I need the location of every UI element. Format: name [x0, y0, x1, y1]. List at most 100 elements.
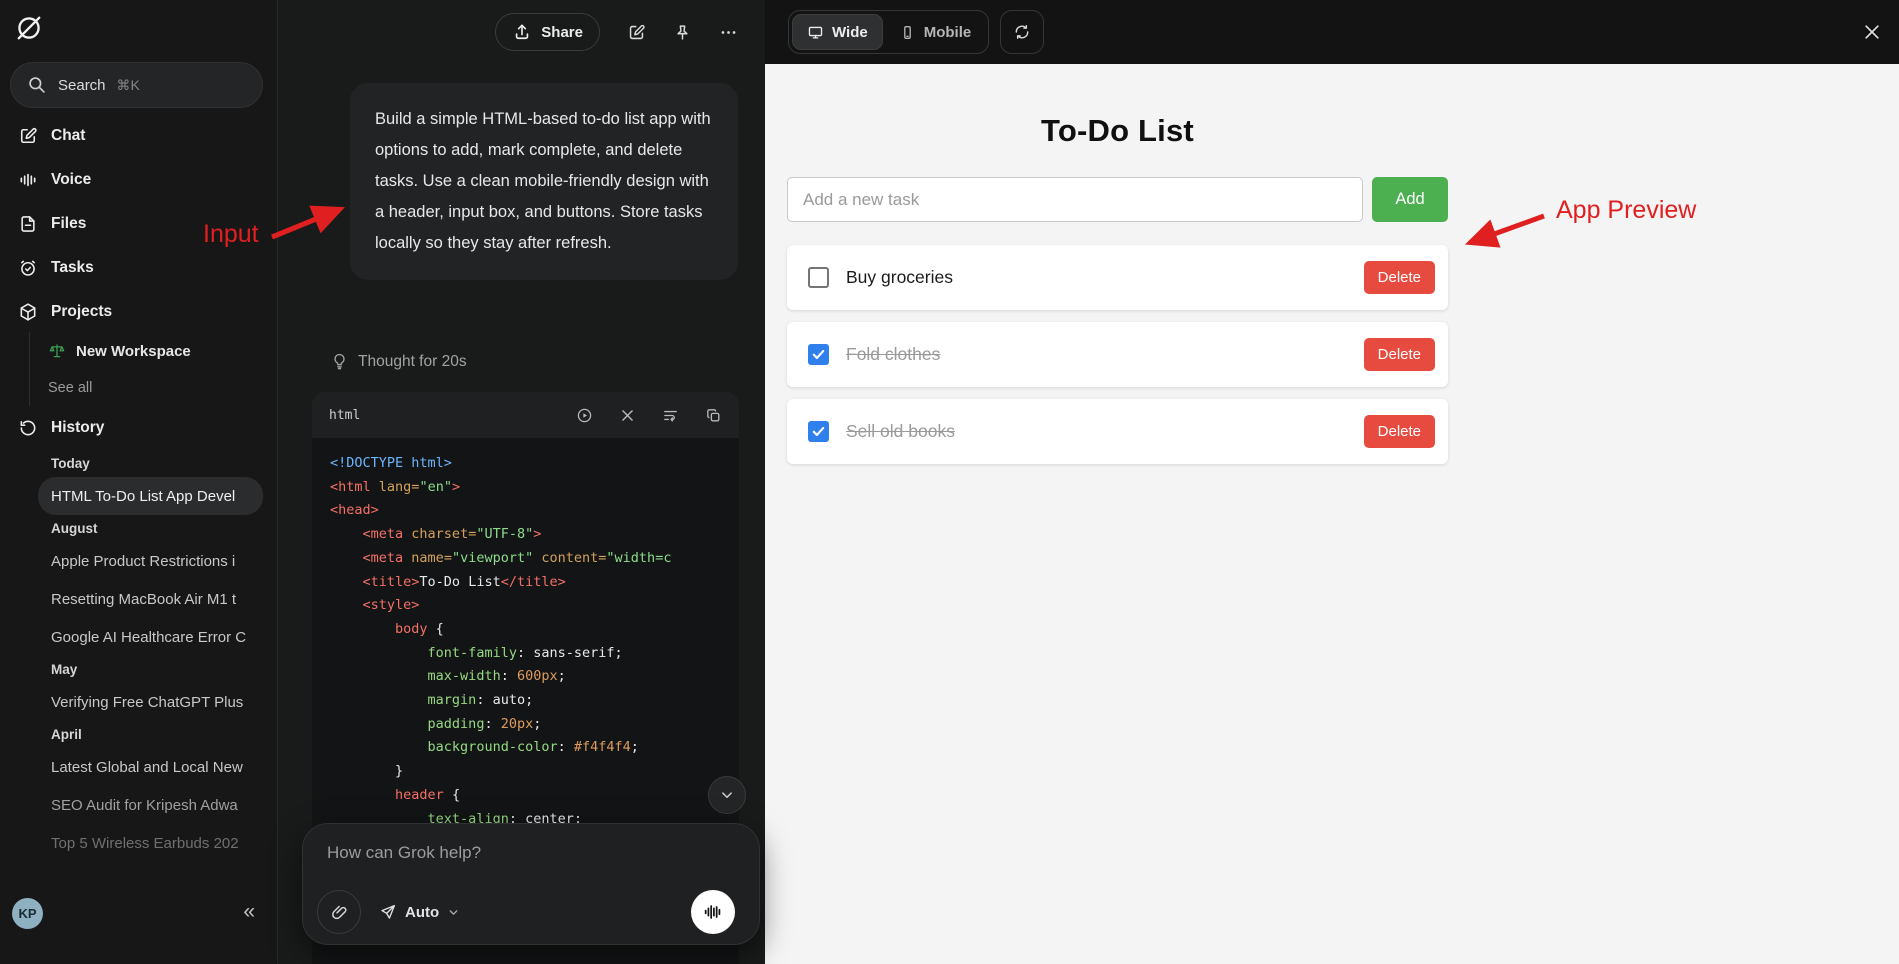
history-item[interactable]: Verifying Free ChatGPT Plus [38, 683, 263, 721]
compose-icon [18, 126, 38, 146]
sidebar-item-projects[interactable]: Projects [0, 290, 277, 334]
new-task-input[interactable] [787, 177, 1363, 222]
attach-file-button[interactable] [317, 890, 361, 934]
upload-icon [512, 22, 532, 42]
pin-icon[interactable] [673, 23, 692, 42]
code-line: <style> [362, 597, 420, 614]
code-line: <html lang="en"> [330, 478, 461, 495]
code-line: padding: 20px; [427, 715, 542, 732]
history-item[interactable]: SEO Audit for Kripesh Adwa [38, 786, 263, 824]
close-preview-button[interactable] [1861, 21, 1883, 43]
history-item[interactable]: Top 5 Wireless Earbuds 202 [38, 824, 263, 862]
voice-mode-button[interactable] [691, 890, 735, 934]
code-line: <meta name="viewport" content="width=c [362, 549, 672, 566]
delete-task-button[interactable]: Delete [1363, 415, 1435, 448]
collapse-sidebar-button[interactable]: « [243, 900, 255, 924]
voice-icon [18, 170, 38, 190]
edit-icon[interactable] [627, 23, 646, 42]
code-line: background-color: #f4f4f4; [427, 739, 639, 756]
code-line: font-family: sans-serif; [427, 644, 623, 661]
paperclip-icon [330, 903, 349, 922]
projects-children: New Workspace See all [0, 332, 277, 406]
add-task-button[interactable]: Add [1372, 177, 1448, 222]
see-all-link[interactable]: See all [48, 370, 277, 406]
sidebar-item-label: Projects [51, 303, 113, 320]
sidebar-item-tasks[interactable]: Tasks [0, 246, 277, 290]
chevron-down-icon [447, 906, 460, 919]
preview-topbar: Wide Mobile [765, 0, 1899, 64]
wide-label: Wide [832, 23, 868, 41]
sidebar-item-files[interactable]: Files [0, 202, 277, 246]
task-checkbox[interactable] [808, 421, 829, 442]
refresh-preview-button[interactable] [1000, 10, 1044, 54]
refresh-icon [1013, 23, 1031, 41]
history-item[interactable]: Resetting MacBook Air M1 t [38, 580, 263, 618]
history-item[interactable]: Apple Product Restrictions i [38, 542, 263, 580]
mode-label: Auto [405, 903, 440, 921]
task-checkbox[interactable] [808, 344, 829, 365]
search-input[interactable]: Search ⌘K [10, 62, 263, 108]
chat-actions: Share [495, 13, 738, 51]
code-line: <meta charset="UTF-8"> [362, 526, 542, 543]
history-label: History [51, 419, 105, 436]
thought-label: Thought for 20s [358, 352, 467, 370]
code-block-header: html [312, 392, 739, 438]
wide-toggle[interactable]: Wide [792, 14, 883, 50]
tasks-icon [18, 258, 38, 278]
delete-task-button[interactable]: Delete [1363, 261, 1435, 294]
wrap-text-icon[interactable] [662, 407, 679, 424]
history-item[interactable]: Latest Global and Local New [38, 748, 263, 786]
sidebar-item-new-workspace[interactable]: New Workspace [48, 332, 277, 370]
chat-panel: Share Build a simple HTML-based to-do li… [278, 0, 765, 964]
search-shortcut: ⌘K [116, 76, 140, 93]
sidebar-item-voice[interactable]: Voice [0, 158, 277, 202]
mobile-label: Mobile [923, 23, 972, 41]
thought-toggle[interactable]: Thought for 20s [330, 352, 467, 371]
code-line: <!DOCTYPE html> [330, 455, 452, 471]
monitor-icon [807, 24, 824, 41]
todo-app: To-Do List Add Buy groceriesDeleteFold c… [787, 113, 1448, 476]
scroll-to-bottom-button[interactable] [708, 776, 746, 814]
todo-app-title: To-Do List [1041, 113, 1194, 148]
sidebar-nav: Chat Voice Files Tasks Projects [0, 114, 277, 334]
sidebar-item-history[interactable]: History [0, 406, 277, 450]
files-icon [18, 214, 38, 234]
task-checkbox[interactable] [808, 267, 829, 288]
composer: Auto [302, 823, 760, 945]
close-icon [1862, 22, 1882, 42]
task-list: Buy groceries Delete Fold clothes Delete Sel… [787, 245, 1448, 464]
workspace-label: New Workspace [76, 342, 191, 360]
task-row: Sell old books Delete [787, 399, 1448, 464]
user-message-bubble: Build a simple HTML-based to-do list app… [350, 83, 738, 280]
grok-logo-icon[interactable] [15, 14, 43, 42]
copy-code-icon[interactable] [705, 407, 722, 424]
task-row: Fold clothes Delete [787, 322, 1448, 387]
share-button[interactable]: Share [495, 13, 600, 51]
mobile-toggle[interactable]: Mobile [885, 14, 986, 50]
sidebar-item-chat[interactable]: Chat [0, 114, 277, 158]
smartphone-icon [899, 24, 916, 41]
run-code-icon[interactable] [576, 407, 593, 424]
preview-panel: Wide Mobile To-Do List Add a new task Ad… [765, 0, 1899, 964]
delete-task-button[interactable]: Delete [1363, 338, 1435, 371]
code-line: header { [395, 786, 461, 803]
collapse-code-icon[interactable] [619, 407, 636, 424]
history-item[interactable]: Google AI Healthcare Error C [38, 618, 263, 656]
sidebar: Search ⌘K Chat Voice Files Tasks Projects Ne… [0, 0, 278, 964]
search-icon [27, 75, 47, 95]
more-options-icon[interactable] [719, 23, 738, 42]
history-group-title: August [51, 521, 98, 536]
code-language-label: html [329, 407, 361, 423]
search-label: Search [58, 76, 106, 94]
task-label: Fold clothes [846, 344, 941, 364]
task-row: Buy groceries Delete [787, 245, 1448, 310]
chat-input[interactable] [327, 836, 739, 870]
task-label: Buy groceries [846, 267, 953, 287]
model-mode-selector[interactable]: Auto [379, 903, 460, 921]
history-group-title: Today [51, 456, 90, 471]
sidebar-item-label: Files [51, 215, 87, 232]
history-list: Today HTML To-Do List App Devel August Appl… [0, 450, 277, 862]
history-item[interactable]: HTML To-Do List App Devel [38, 477, 263, 515]
code-line: } [330, 763, 404, 780]
avatar[interactable]: KP [12, 898, 43, 929]
